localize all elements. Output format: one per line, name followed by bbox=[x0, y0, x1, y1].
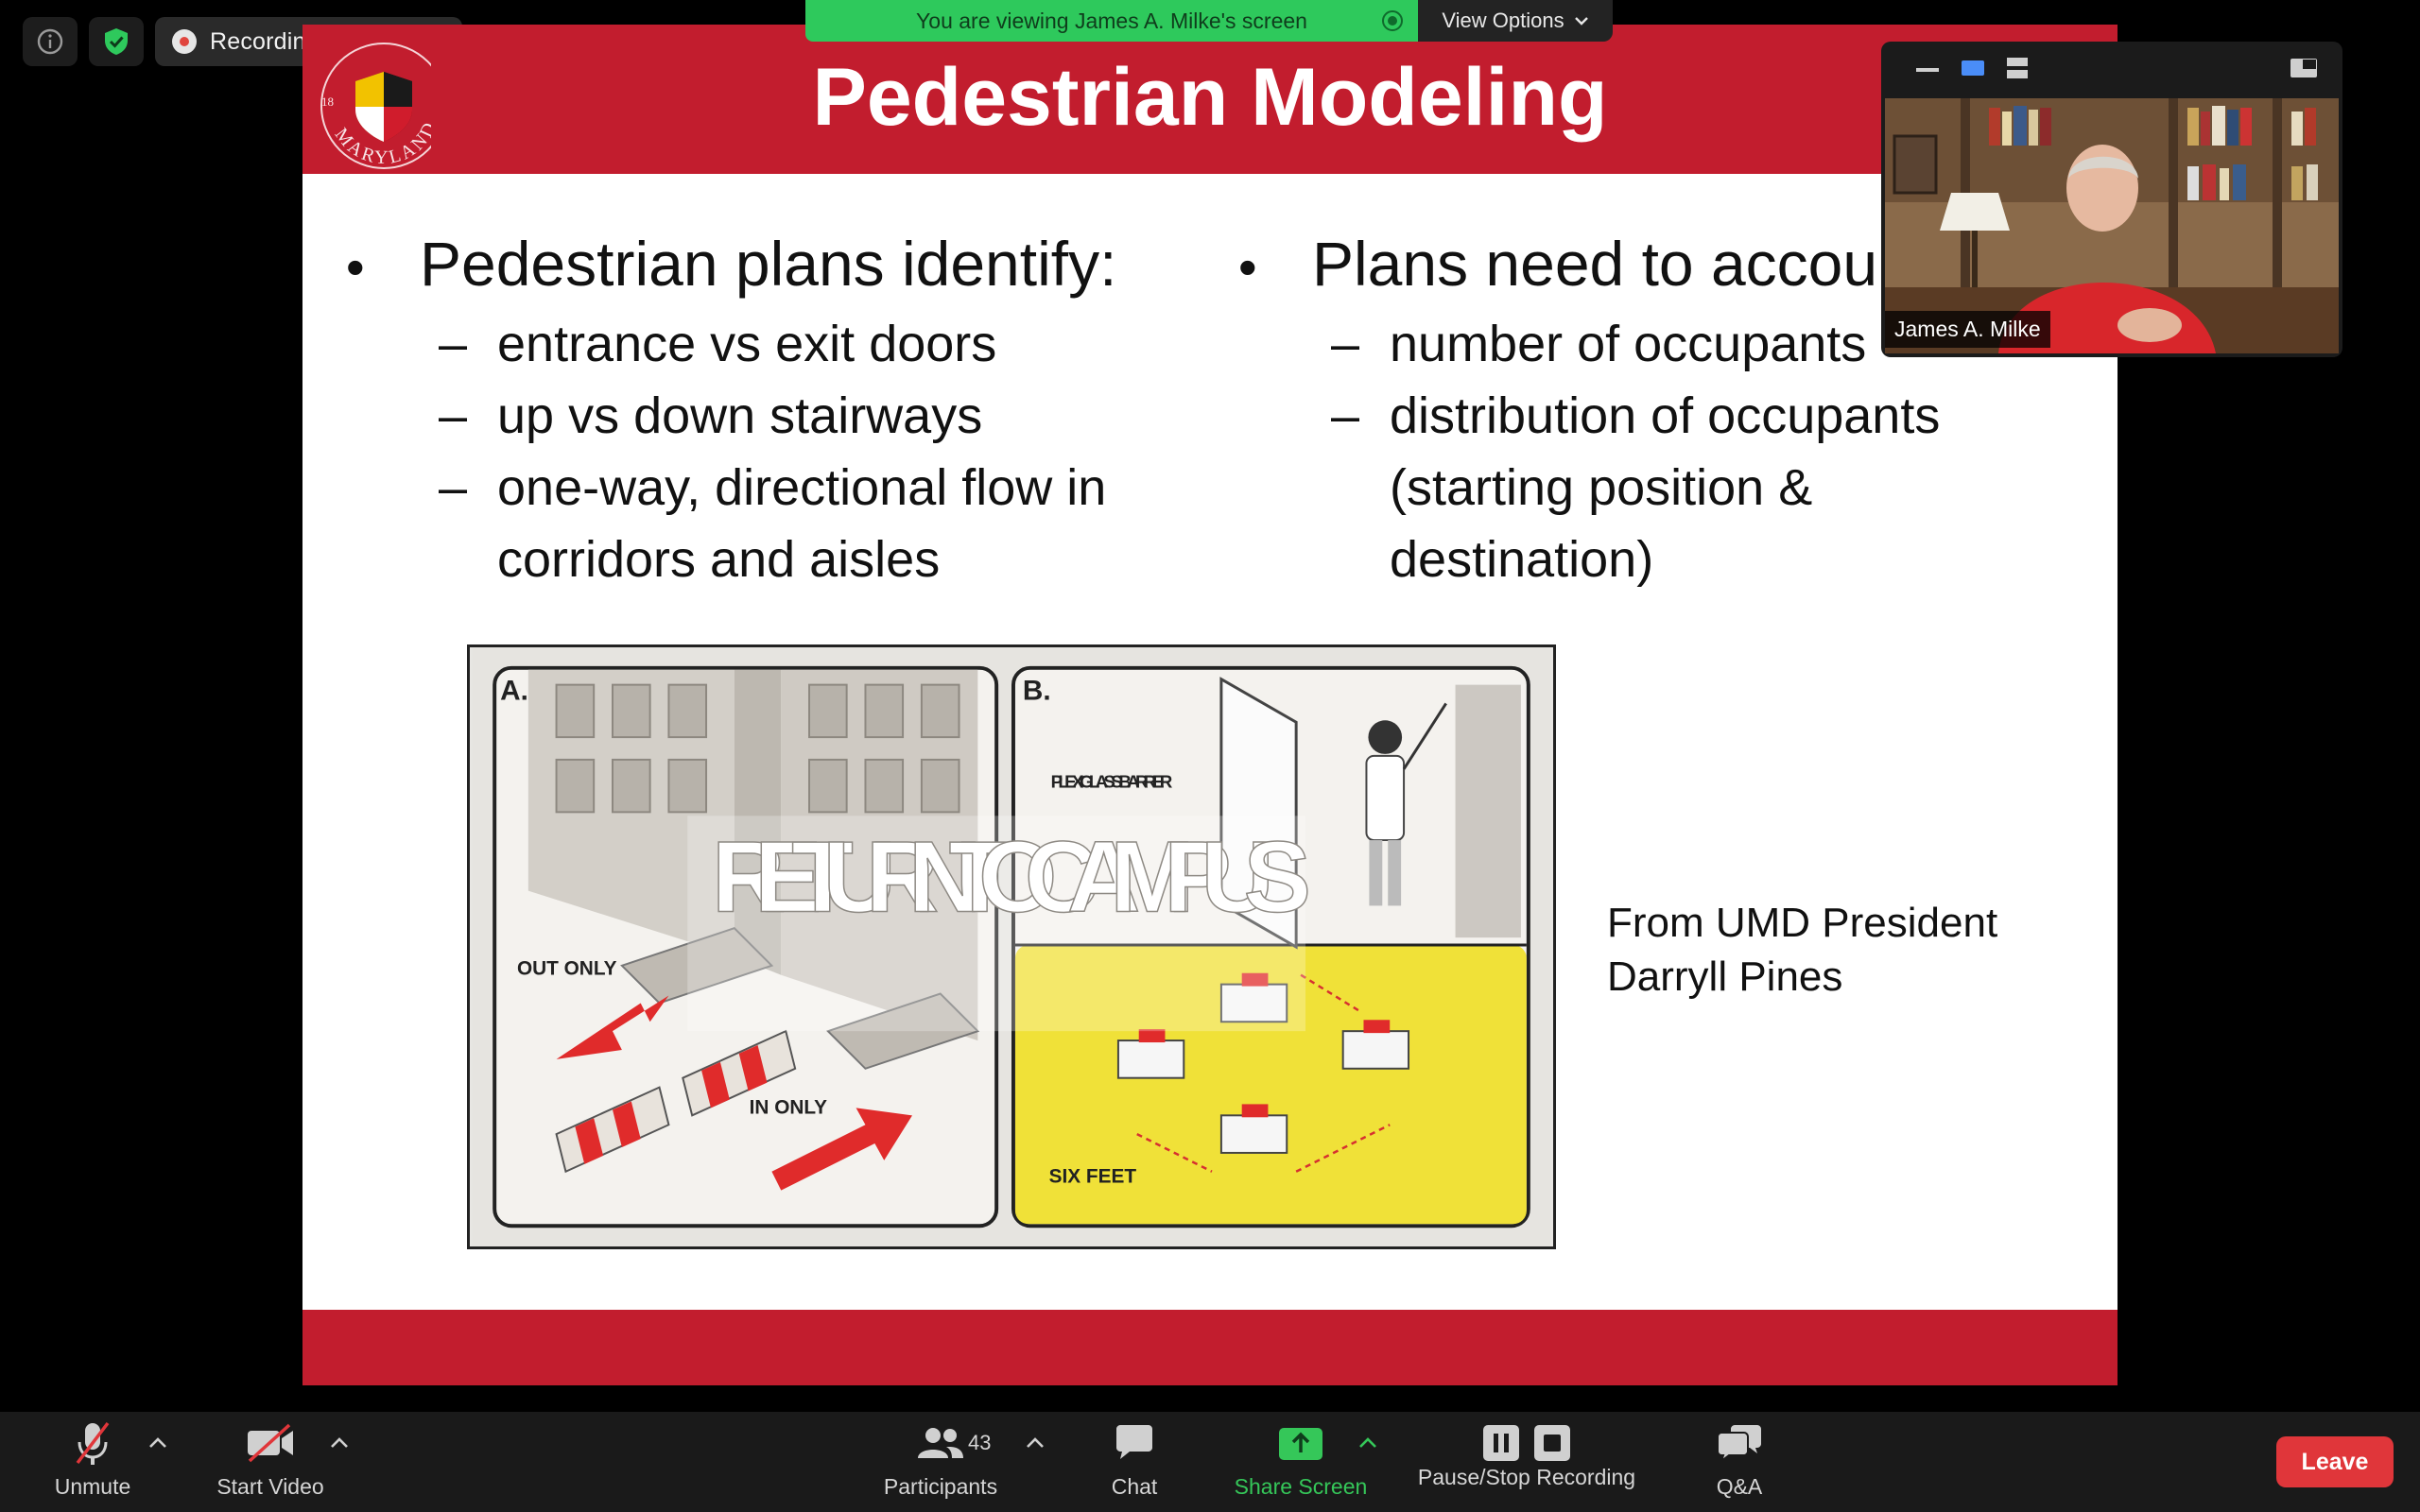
panel-b-label: B. bbox=[1023, 675, 1051, 706]
participant-name-tag: James A. Milke bbox=[1885, 311, 2050, 348]
speaker-video-panel[interactable]: James A. Milke bbox=[1881, 42, 2342, 357]
stop-recording-icon bbox=[1534, 1425, 1570, 1461]
unmute-label: Unmute bbox=[54, 1474, 131, 1499]
speaker-view-icon bbox=[1962, 60, 1984, 76]
microphone-muted-icon bbox=[76, 1421, 110, 1465]
participants-button[interactable]: Participants bbox=[870, 1412, 1011, 1512]
minimize-icon bbox=[1916, 68, 1939, 72]
chat-label: Chat bbox=[1111, 1474, 1158, 1499]
qa-label: Q&A bbox=[1716, 1474, 1763, 1499]
sub-bullet-text: up vs down stairways bbox=[497, 387, 983, 444]
audio-options-caret[interactable] bbox=[144, 1429, 172, 1457]
unmute-button[interactable]: Unmute bbox=[38, 1412, 147, 1512]
chat-bubble-icon bbox=[1116, 1425, 1152, 1459]
bullet-dot: • bbox=[346, 237, 365, 297]
chat-button[interactable]: Chat bbox=[1087, 1412, 1182, 1512]
recording-dot-icon bbox=[172, 29, 197, 54]
sub-bullet: – one-way, directional flow in corridors … bbox=[439, 452, 1197, 595]
sub-bullet-text: one-way, directional flow in corridors a… bbox=[497, 458, 1107, 588]
bullet-text: Pedestrian plans identify: bbox=[420, 229, 1117, 299]
gallery-strip-view-button[interactable] bbox=[2006, 57, 2029, 84]
pause-stop-recording-label: Pause/Stop Recording bbox=[1417, 1465, 1636, 1489]
exit-float-view-button[interactable] bbox=[2290, 58, 2318, 83]
stacked-view-icon bbox=[2007, 57, 2028, 78]
sub-bullet-text: entrance vs exit doors bbox=[497, 315, 997, 372]
sub-bullet-text: number of occupants bbox=[1390, 315, 1867, 372]
plexiglass-barrier-label: PLEXIGLASS BARRIER bbox=[1051, 772, 1173, 792]
meeting-info-button[interactable] bbox=[23, 17, 78, 66]
bullet-text: Plans need to accou bbox=[1312, 229, 1878, 299]
chevron-up-icon bbox=[1027, 1437, 1044, 1448]
shared-screen-slide: MARYLAND 18 56 Pedestrian Modeling •Pede… bbox=[302, 25, 2118, 1385]
participants-label: Participants bbox=[883, 1474, 998, 1499]
participants-options-caret[interactable] bbox=[1021, 1429, 1049, 1457]
image-caption: From UMD President Darryll Pines bbox=[1607, 900, 1998, 1000]
share-screen-icon bbox=[1279, 1428, 1322, 1460]
participants-count-badge: 43 bbox=[968, 1431, 992, 1454]
active-speaker-view-button[interactable] bbox=[1961, 60, 1985, 81]
info-icon bbox=[37, 28, 63, 55]
viewing-banner-text: You are viewing James A. Milke's screen bbox=[916, 8, 1307, 33]
panel-a-label: A. bbox=[500, 675, 528, 706]
participants-icon bbox=[918, 1428, 963, 1458]
sub-bullet: – entrance vs exit doors bbox=[439, 308, 1197, 380]
status-indicator-icon bbox=[1382, 10, 1403, 31]
restore-window-icon bbox=[2290, 58, 2317, 77]
sub-bullet: – distribution of occupants (starting pos… bbox=[1331, 380, 2089, 595]
view-options-button[interactable]: View Options bbox=[1418, 0, 1613, 42]
chevron-up-icon bbox=[1359, 1437, 1376, 1448]
six-feet-label: SIX FEET bbox=[1049, 1166, 1137, 1188]
start-video-button[interactable]: Start Video bbox=[200, 1412, 340, 1512]
share-screen-button[interactable]: Share Screen bbox=[1225, 1412, 1376, 1512]
viewing-screen-banner: You are viewing James A. Milke's screen bbox=[805, 0, 1418, 42]
meeting-toolbar: Unmute Start Video Participants 43 Chat … bbox=[0, 1412, 2420, 1512]
sub-bullet: – up vs down stairways bbox=[439, 380, 1197, 452]
qa-button[interactable]: Q&A bbox=[1692, 1412, 1787, 1512]
dash-marker: – bbox=[439, 315, 468, 372]
participant-video: James A. Milke bbox=[1885, 98, 2339, 353]
share-screen-label: Share Screen bbox=[1234, 1474, 1368, 1499]
start-video-label: Start Video bbox=[216, 1474, 324, 1499]
overlay-title: RETURN TO CAMPUS bbox=[712, 819, 1311, 933]
dash-marker: – bbox=[1331, 315, 1360, 372]
slide-footer-band bbox=[302, 1310, 2118, 1385]
pause-stop-recording-button[interactable]: Pause/Stop Recording bbox=[1403, 1412, 1651, 1512]
shield-check-icon bbox=[105, 28, 128, 55]
qa-bubbles-icon bbox=[1717, 1425, 1761, 1463]
bullet-point: • Pedestrian plans identify: bbox=[346, 229, 1197, 301]
minimize-video-button[interactable] bbox=[1915, 61, 1940, 78]
dash-marker: – bbox=[439, 458, 468, 516]
in-only-label: IN ONLY bbox=[750, 1096, 828, 1118]
slide-title: Pedestrian Modeling bbox=[812, 52, 1608, 143]
video-panel-toolbar bbox=[1881, 42, 2342, 98]
left-bullet-column: • Pedestrian plans identify: – entrance vs… bbox=[346, 229, 1197, 595]
leave-button[interactable]: Leave bbox=[2276, 1436, 2394, 1487]
pause-recording-icon bbox=[1483, 1425, 1519, 1461]
dash-marker: – bbox=[439, 387, 468, 444]
dash-marker: – bbox=[1331, 387, 1360, 444]
sub-bullet-text: distribution of occupants (starting posi… bbox=[1390, 387, 1941, 588]
bullet-dot: • bbox=[1238, 237, 1257, 297]
view-options-label: View Options bbox=[1442, 9, 1564, 32]
video-options-caret[interactable] bbox=[325, 1429, 354, 1457]
security-button[interactable] bbox=[89, 17, 144, 66]
chevron-up-icon bbox=[331, 1437, 348, 1448]
chevron-up-icon bbox=[149, 1437, 166, 1448]
out-only-label: OUT ONLY bbox=[517, 958, 617, 980]
chevron-down-icon bbox=[1574, 17, 1588, 26]
return-to-campus-illustration: A. OUT ONLY IN ONLY B. PLEXIGLASS BARRIE… bbox=[467, 644, 1556, 1249]
share-options-caret[interactable] bbox=[1354, 1429, 1382, 1457]
video-camera-off-icon bbox=[248, 1423, 293, 1463]
